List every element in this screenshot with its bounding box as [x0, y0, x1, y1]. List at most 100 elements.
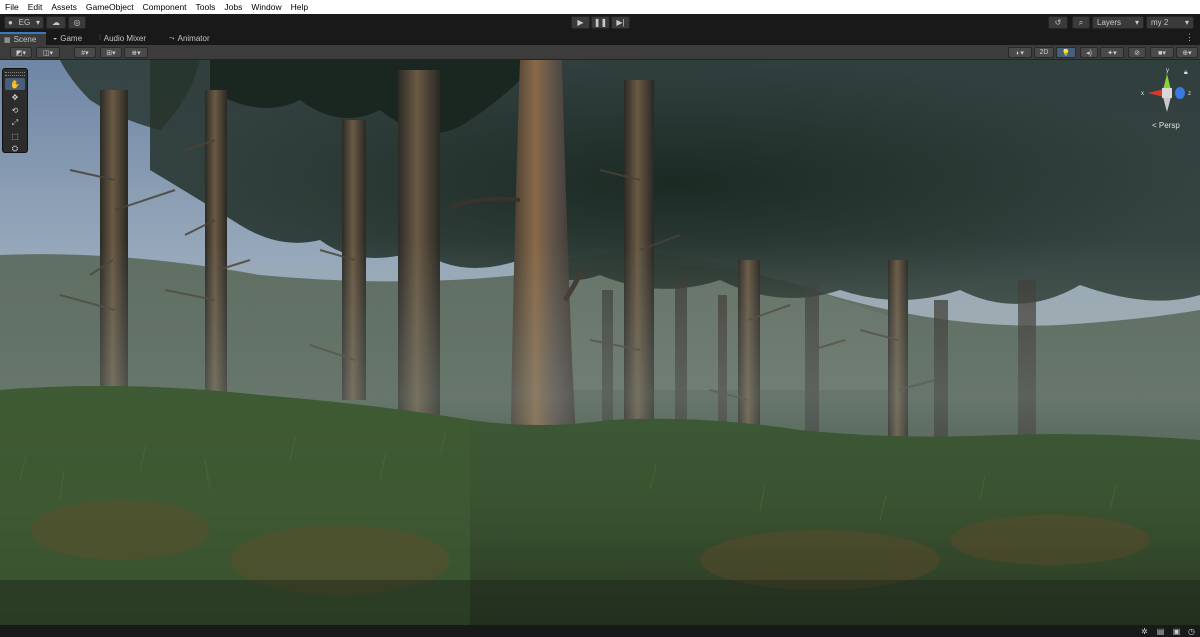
lighting-dropdown[interactable]: ◐▾ — [1008, 47, 1032, 58]
tab-game-label: Game — [60, 34, 83, 43]
scene-viewport[interactable]: y x z 🔒︎ < Persp — [0, 60, 1200, 625]
layers-dropdown[interactable]: Layers ▾ — [1092, 16, 1144, 29]
transform-tool-button[interactable]: ⛭ — [5, 143, 25, 155]
account-label: EG — [18, 18, 31, 27]
step-button[interactable]: ▶| — [611, 16, 630, 29]
hand-tool-button[interactable]: ✋ — [5, 78, 25, 90]
account-dropdown[interactable]: ● EG ▾ — [4, 16, 44, 29]
tab-audio-mixer[interactable]: ⫶ Audio Mixer — [95, 32, 150, 45]
scene-lighting-toggle[interactable]: 💡 — [1056, 47, 1076, 58]
rotate-tool-button[interactable]: ⟲ — [5, 104, 25, 116]
play-button[interactable]: ▶ — [571, 16, 590, 29]
play-icon: ▶ — [577, 18, 584, 27]
rotate-icon: ⟲ — [11, 105, 19, 115]
gizmo-z-label: z — [1188, 91, 1191, 97]
gizmo-y-label: y — [1166, 68, 1169, 74]
menu-edit[interactable]: Edit — [28, 2, 43, 12]
speaker-icon: ◂) — [1086, 49, 1092, 57]
history-icon: ↺ — [1054, 18, 1062, 27]
pause-button[interactable]: ❚❚ — [591, 16, 610, 29]
menu-window[interactable]: Window — [251, 2, 281, 12]
menu-jobs[interactable]: Jobs — [224, 2, 242, 12]
effects-dropdown[interactable]: ✦▾ — [1100, 47, 1124, 58]
move-arrows-icon: ✥ — [11, 92, 19, 102]
gizmo-neg-y-axis[interactable] — [1163, 97, 1171, 112]
menu-assets[interactable]: Assets — [51, 2, 77, 12]
hidden-objects-toggle[interactable]: ⊘ — [1128, 47, 1146, 58]
cloud-button[interactable]: ☁ — [46, 16, 66, 29]
grid-icon: #▾ — [81, 49, 89, 57]
audio-toggle[interactable]: ◂) — [1080, 47, 1098, 58]
scene-visibility-dropdown[interactable]: ◫▾ — [36, 47, 60, 58]
menu-file[interactable]: File — [5, 2, 19, 12]
grid-dropdown[interactable]: #▾ — [74, 47, 96, 58]
cube-icon: ◫▾ — [42, 49, 54, 57]
layout-label: my 2 — [1151, 18, 1169, 27]
audio-mixer-icon: ⫶ — [99, 34, 101, 42]
snap-dropdown[interactable]: ⊞▾ — [100, 47, 122, 58]
projection-toggle[interactable]: < Persp — [1152, 121, 1180, 130]
search-button[interactable]: ⌕ — [1072, 16, 1090, 29]
ruler-icon: ⧻▾ — [131, 49, 141, 57]
gizmos-dropdown[interactable]: ⊕▾ — [1176, 47, 1198, 58]
mode-2d-label: 2D — [1039, 49, 1049, 56]
draw-mode-dropdown[interactable]: ◩▾ — [10, 47, 32, 58]
gizmo-x-axis[interactable] — [1148, 89, 1164, 97]
more-options-icon[interactable]: ⋮ — [1185, 32, 1194, 43]
chip-icon[interactable]: ▣ — [1171, 626, 1182, 636]
increment-snap-dropdown[interactable]: ⧻▾ — [124, 47, 148, 58]
tab-animator[interactable]: ⤳ Animator — [165, 32, 214, 45]
rect-tool-button[interactable]: ⬚ — [5, 130, 25, 142]
tab-game[interactable]: ◒ Game — [49, 32, 86, 45]
gizmos-icon: ⊕▾ — [1182, 49, 1192, 57]
layout-dropdown[interactable]: my 2 ▾ — [1146, 16, 1194, 29]
lightbulb-icon: 💡 — [1061, 49, 1071, 57]
clock-icon[interactable]: ◷ — [1186, 626, 1197, 636]
tab-scene-label: Scene — [13, 35, 37, 44]
step-icon: ▶| — [616, 18, 625, 27]
tab-scene[interactable]: ▦ Scene — [0, 32, 46, 45]
gamepad-icon: ◒ — [53, 35, 58, 42]
layers-label: Layers — [1097, 18, 1122, 27]
chevron-down-icon: ▾ — [1134, 18, 1139, 27]
mode-2d-toggle[interactable]: 2D — [1034, 47, 1054, 58]
palette-grip-handle[interactable] — [5, 72, 25, 76]
pause-icon: ❚❚ — [593, 18, 608, 27]
gizmo-z-axis[interactable] — [1175, 87, 1185, 99]
status-bar: ✲ ▤ ▣ ◷ — [0, 625, 1200, 637]
account-icon: ● — [8, 18, 13, 27]
animator-icon: ⤳ — [169, 34, 175, 42]
gizmo-y-axis[interactable] — [1163, 74, 1171, 90]
move-tool-button[interactable]: ✥ — [5, 91, 25, 103]
effects-icon: ✦▾ — [1107, 49, 1117, 57]
target-icon: ◎ — [73, 18, 81, 27]
undo-history-button[interactable]: ↺ — [1048, 16, 1068, 29]
collab-button[interactable]: ◎ — [68, 16, 86, 29]
cloud-icon: ☁ — [52, 18, 60, 27]
main-toolbar: ● EG ▾ ☁ ◎ ▶ ❚❚ ▶| ↺ ⌕ Layers ▾ my 2 ▾ — [0, 14, 1200, 32]
hand-icon: ✋ — [10, 79, 20, 89]
sphere-icon: ◐▾ — [1016, 49, 1024, 57]
cache-icon[interactable]: ▤ — [1155, 626, 1166, 636]
gizmo-center-cube[interactable] — [1162, 88, 1172, 98]
shaded-mode-icon: ◩▾ — [15, 49, 27, 57]
bug-icon[interactable]: ✲ — [1139, 626, 1150, 636]
lock-icon[interactable]: 🔒︎ — [1184, 69, 1188, 77]
camera-icon: ■▾ — [1158, 49, 1166, 57]
menu-tools[interactable]: Tools — [196, 2, 216, 12]
scale-tool-button[interactable]: ⤢ — [5, 117, 25, 129]
scale-icon: ⤢ — [11, 118, 19, 127]
menu-gameobject[interactable]: GameObject — [86, 2, 134, 12]
menu-help[interactable]: Help — [291, 2, 308, 12]
scene-view-toolbar: ◩▾ ◫▾ #▾ ⊞▾ ⧻▾ ◐▾ 2D 💡 ◂) ✦▾ ⊘ ■▾ ⊕▾ — [0, 45, 1200, 60]
editor-tab-strip: ▦ Scene ◒ Game ⫶ Audio Mixer ⤳ Animator … — [0, 32, 1200, 45]
eye-slash-icon: ⊘ — [1134, 49, 1140, 57]
menu-component[interactable]: Component — [143, 2, 187, 12]
camera-dropdown[interactable]: ■▾ — [1150, 47, 1174, 58]
forest-scene-render — [0, 60, 1200, 625]
tab-animator-label: Animator — [177, 34, 210, 43]
chevron-down-icon: ▾ — [1184, 18, 1189, 27]
menu-bar: File Edit Assets GameObject Component To… — [0, 0, 1200, 14]
tab-audio-mixer-label: Audio Mixer — [103, 34, 146, 43]
gizmo-x-label: x — [1141, 91, 1144, 97]
